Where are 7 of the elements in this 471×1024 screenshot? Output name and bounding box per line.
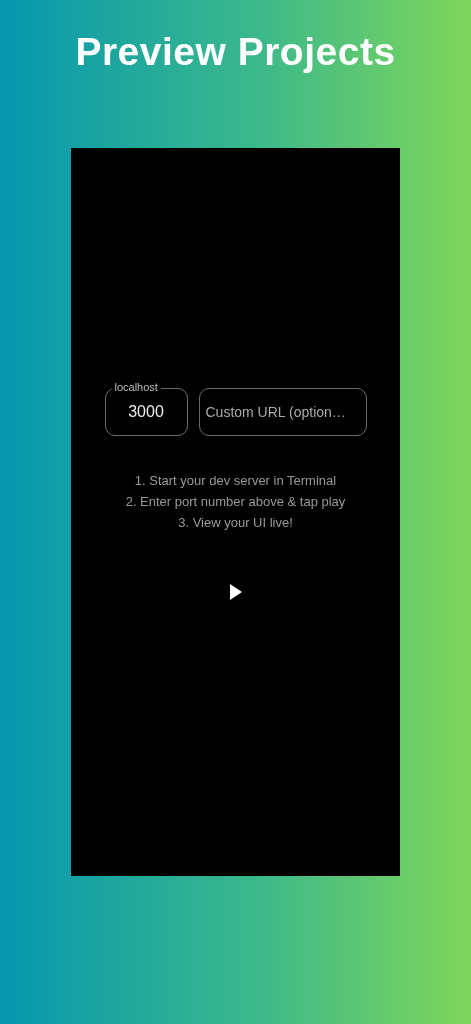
instruction-text: 2. Enter port number above & tap play	[125, 493, 346, 511]
port-field-label: localhost	[111, 380, 161, 394]
instruction-text: 1. Start your dev server in Terminal	[134, 472, 337, 490]
headline: Preview Projects	[75, 29, 396, 75]
play-icon[interactable]	[229, 584, 242, 600]
instruction-text: 3. View your UI live!	[178, 514, 293, 532]
url-field[interactable]: Custom URL (option…	[198, 388, 367, 436]
